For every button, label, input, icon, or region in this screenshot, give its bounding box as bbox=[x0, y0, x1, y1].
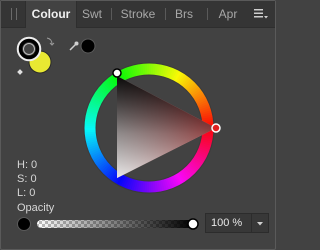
opacity-slider[interactable] bbox=[37, 218, 199, 230]
opacity-slider-thumb[interactable] bbox=[187, 218, 199, 230]
chevron-down-icon bbox=[257, 222, 263, 226]
drag-grip[interactable] bbox=[11, 8, 17, 20]
opacity-dropdown-button[interactable] bbox=[251, 214, 268, 232]
fill-stroke-wells bbox=[16, 36, 55, 75]
picked-colour-swatch[interactable] bbox=[80, 38, 96, 54]
eyedropper-icon[interactable] bbox=[69, 41, 79, 51]
opacity-row bbox=[17, 217, 199, 231]
opacity-colour-swatch bbox=[17, 217, 31, 231]
hue-readout: H: 0 bbox=[17, 159, 38, 171]
tab-separator bbox=[207, 8, 208, 20]
tab-bar: Colour Swt Stroke Brs Apr bbox=[1, 1, 275, 28]
opacity-label: Opacity bbox=[17, 202, 55, 214]
colour-wheel[interactable] bbox=[65, 60, 233, 206]
tab-colour[interactable]: Colour bbox=[25, 1, 77, 28]
opacity-value: 100 % bbox=[211, 217, 243, 229]
reset-colors-icon[interactable] bbox=[17, 69, 23, 75]
triangle-picker-marker[interactable] bbox=[112, 68, 122, 78]
tab-separator bbox=[165, 8, 166, 20]
swap-colors-icon[interactable] bbox=[46, 37, 55, 46]
colour-panel: Colour Swt Stroke Brs Apr H: 0 S: 0 L: 0… bbox=[0, 0, 276, 250]
eyedropper-group bbox=[69, 38, 96, 54]
tab-stroke[interactable]: Stroke bbox=[115, 1, 161, 27]
tab-brushes[interactable]: Brs bbox=[169, 1, 199, 27]
hue-picker-marker[interactable] bbox=[211, 123, 221, 133]
opacity-value-field[interactable]: 100 % bbox=[205, 213, 269, 233]
saturation-readout: S: 0 bbox=[17, 173, 37, 185]
tab-separator bbox=[111, 8, 112, 20]
lightness-readout: L: 0 bbox=[17, 187, 36, 199]
panel-menu-button[interactable] bbox=[253, 7, 269, 21]
menu-icon bbox=[254, 9, 268, 19]
tab-appearance[interactable]: Apr bbox=[213, 1, 243, 27]
tab-swatches[interactable]: Swt bbox=[77, 1, 107, 27]
